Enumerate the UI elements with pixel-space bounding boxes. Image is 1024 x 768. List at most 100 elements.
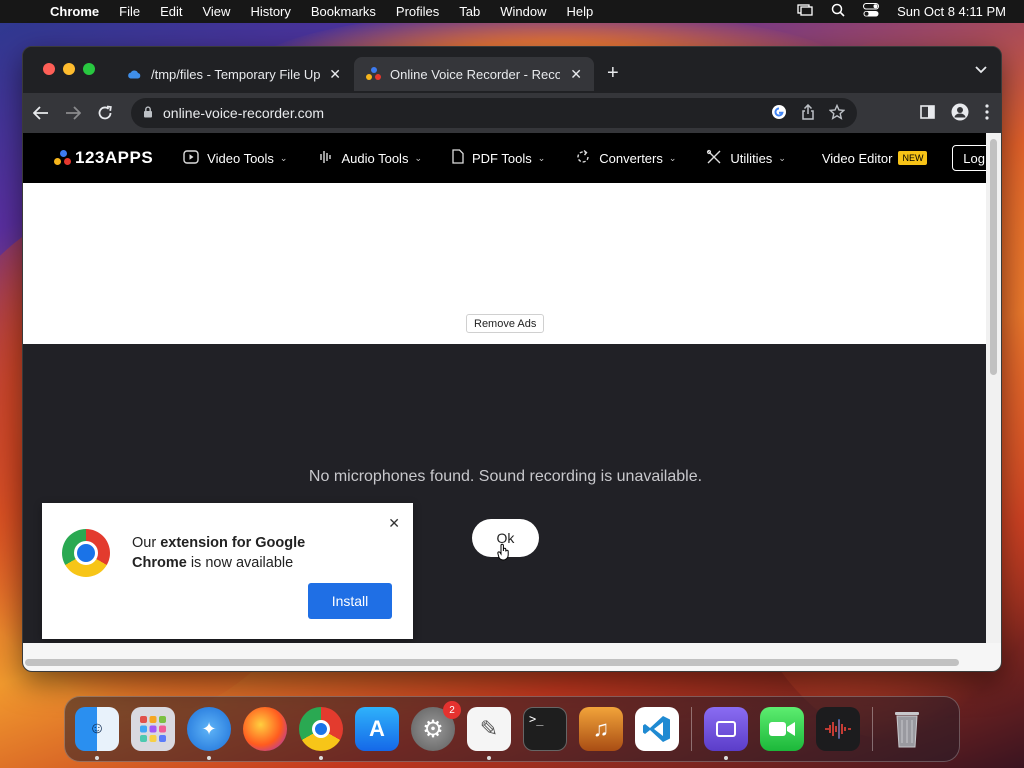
chrome-logo-icon bbox=[62, 529, 110, 577]
firefox-icon[interactable] bbox=[243, 707, 287, 751]
forward-button[interactable] bbox=[59, 99, 87, 127]
share-icon[interactable] bbox=[801, 103, 815, 123]
close-tab-icon[interactable]: ✕ bbox=[329, 66, 341, 83]
menu-file[interactable]: File bbox=[119, 4, 140, 19]
control-center-icon[interactable] bbox=[863, 3, 880, 20]
garageband-icon[interactable]: ♫ bbox=[579, 707, 623, 751]
trash-icon[interactable] bbox=[885, 707, 929, 751]
123apps-favicon-icon bbox=[366, 67, 382, 81]
nav-converters[interactable]: Converters ⌄ bbox=[575, 149, 676, 168]
chrome-icon[interactable] bbox=[299, 707, 343, 760]
nav-video-tools[interactable]: Video Tools ⌄ bbox=[183, 149, 288, 167]
dock: ☺ ✦ A ⚙ 2 ✎ >_ ♫ bbox=[64, 696, 960, 762]
nav-label: Audio Tools bbox=[341, 150, 409, 166]
popup-text-before: Our bbox=[132, 535, 161, 551]
nav-label: Converters bbox=[599, 150, 663, 166]
tab-tmp-files[interactable]: /tmp/files - Temporary File Up ✕ bbox=[115, 57, 353, 91]
simulator-icon[interactable] bbox=[704, 707, 748, 760]
menubar-clock[interactable]: Sun Oct 8 4:11 PM bbox=[897, 4, 1006, 19]
nav-utilities[interactable]: Utilities ⌄ bbox=[706, 149, 786, 168]
ad-area: Remove Ads bbox=[23, 183, 988, 344]
nav-video-editor[interactable]: Video Editor NEW bbox=[822, 151, 928, 166]
chevron-down-icon: ⌄ bbox=[537, 152, 546, 163]
nav-label: Video Tools bbox=[207, 150, 274, 166]
horizontal-scrollbar[interactable] bbox=[23, 643, 1001, 671]
url-text: online-voice-recorder.com bbox=[163, 105, 325, 121]
chevron-down-icon: ⌄ bbox=[414, 152, 422, 163]
no-microphone-message: No microphones found. Sound recording is… bbox=[308, 468, 703, 485]
menu-tab[interactable]: Tab bbox=[459, 4, 480, 19]
menu-profiles[interactable]: Profiles bbox=[396, 4, 439, 19]
install-button[interactable]: Install bbox=[308, 583, 392, 619]
chevron-down-icon: ⌄ bbox=[778, 152, 786, 163]
vscode-icon[interactable] bbox=[635, 707, 679, 751]
profile-avatar-icon[interactable] bbox=[951, 103, 969, 125]
menu-app-name[interactable]: Chrome bbox=[50, 4, 99, 19]
menu-edit[interactable]: Edit bbox=[160, 4, 182, 19]
kebab-menu-icon[interactable] bbox=[985, 104, 989, 124]
minimize-window-button[interactable] bbox=[63, 63, 75, 75]
browser-window: /tmp/files - Temporary File Up ✕ Online … bbox=[22, 46, 1002, 672]
new-badge: NEW bbox=[898, 151, 928, 165]
vertical-scrollbar[interactable] bbox=[986, 133, 1001, 643]
tools-icon bbox=[706, 149, 722, 168]
scrollbar-thumb[interactable] bbox=[990, 139, 997, 375]
login-button[interactable]: Log bbox=[952, 145, 988, 171]
finder-icon[interactable]: ☺ bbox=[75, 707, 119, 760]
chevron-down-icon: ⌄ bbox=[279, 152, 288, 163]
scrollbar-thumb[interactable] bbox=[25, 659, 959, 666]
google-lens-icon[interactable] bbox=[771, 104, 787, 123]
menu-history[interactable]: History bbox=[250, 4, 290, 19]
notification-badge: 2 bbox=[443, 701, 461, 719]
close-window-button[interactable] bbox=[43, 63, 55, 75]
remove-ads-button[interactable]: Remove Ads bbox=[466, 314, 545, 333]
page-viewport: 123APPS Video Tools ⌄ Audio Tools ⌄ PDF … bbox=[23, 133, 988, 643]
address-bar[interactable]: online-voice-recorder.com bbox=[131, 98, 857, 128]
waveform-icon bbox=[317, 150, 333, 167]
launchpad-icon[interactable] bbox=[131, 707, 175, 751]
voice-memos-icon[interactable] bbox=[816, 707, 860, 751]
spotlight-search-icon[interactable] bbox=[831, 3, 845, 20]
play-square-icon bbox=[183, 149, 199, 167]
tab-strip: /tmp/files - Temporary File Up ✕ Online … bbox=[23, 47, 1001, 93]
menu-help[interactable]: Help bbox=[567, 4, 594, 19]
textedit-icon[interactable]: ✎ bbox=[467, 707, 511, 760]
site-nav: 123APPS Video Tools ⌄ Audio Tools ⌄ PDF … bbox=[23, 133, 988, 183]
nav-audio-tools[interactable]: Audio Tools ⌄ bbox=[317, 150, 422, 167]
side-panel-icon[interactable] bbox=[920, 105, 935, 123]
refresh-icon bbox=[575, 149, 591, 168]
safari-icon[interactable]: ✦ bbox=[187, 707, 231, 760]
document-icon bbox=[452, 149, 464, 167]
nav-label: PDF Tools bbox=[472, 150, 532, 166]
bookmark-star-icon[interactable] bbox=[828, 103, 846, 123]
nav-label: Video Editor bbox=[821, 150, 893, 166]
app-store-icon[interactable]: A bbox=[355, 707, 399, 751]
menu-bookmarks[interactable]: Bookmarks bbox=[311, 4, 376, 19]
menu-view[interactable]: View bbox=[202, 4, 230, 19]
dock-separator bbox=[872, 707, 873, 751]
zoom-window-button[interactable] bbox=[83, 63, 95, 75]
tab-title: Online Voice Recorder - Recor bbox=[390, 66, 560, 82]
facetime-icon[interactable] bbox=[760, 707, 804, 751]
tab-voice-recorder[interactable]: Online Voice Recorder - Recor ✕ bbox=[354, 57, 594, 91]
back-button[interactable] bbox=[27, 99, 55, 127]
hand-cursor-icon bbox=[497, 543, 511, 564]
menu-bar: Chrome File Edit View History Bookmarks … bbox=[0, 0, 1024, 23]
tab-search-chevron-icon[interactable] bbox=[975, 63, 987, 77]
logo-text: 123APPS bbox=[75, 148, 154, 167]
terminal-icon[interactable]: >_ bbox=[523, 707, 567, 751]
site-logo[interactable]: 123APPS bbox=[53, 148, 153, 168]
nav-pdf-tools[interactable]: PDF Tools ⌄ bbox=[452, 149, 545, 167]
reload-button[interactable] bbox=[91, 99, 119, 127]
close-tab-icon[interactable]: ✕ bbox=[570, 66, 582, 83]
browser-toolbar: online-voice-recorder.com bbox=[23, 93, 1001, 133]
popup-text-after: is now available bbox=[186, 555, 294, 571]
lock-icon[interactable] bbox=[143, 105, 153, 121]
screen-mirroring-icon[interactable] bbox=[797, 4, 813, 19]
new-tab-button[interactable]: + bbox=[607, 63, 619, 83]
menu-window[interactable]: Window bbox=[500, 4, 546, 19]
popup-message: Our extension for Google Chrome is now a… bbox=[132, 533, 332, 573]
close-icon[interactable]: ✕ bbox=[388, 515, 400, 532]
tab-title: /tmp/files - Temporary File Up bbox=[151, 66, 321, 82]
system-preferences-icon[interactable]: ⚙ 2 bbox=[411, 701, 461, 751]
